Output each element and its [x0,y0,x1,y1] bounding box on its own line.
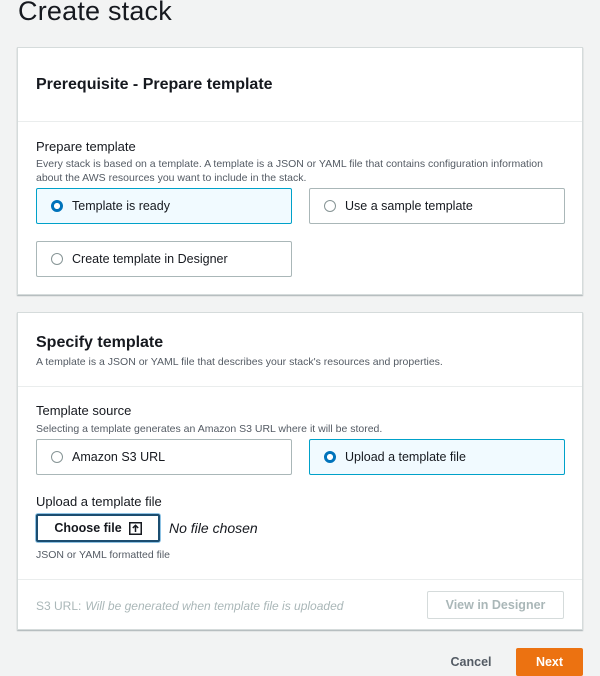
s3-url-label: S3 URL: [36,599,82,613]
s3-url-row: S3 URL: Will be generated when template f… [36,599,343,613]
specify-template-panel-header: Specify template A template is a JSON or… [18,313,582,387]
radio-selected-icon [324,451,336,463]
option-create-in-designer-label: Create template in Designer [72,252,228,266]
option-amazon-s3-url-label: Amazon S3 URL [72,450,166,464]
option-amazon-s3-url[interactable]: Amazon S3 URL [36,439,292,475]
view-in-designer-button[interactable]: View in Designer [427,591,564,619]
prepare-template-description: Every stack is based on a template. A te… [36,158,543,184]
radio-unselected-icon [324,200,336,212]
no-file-chosen-text: No file chosen [169,520,258,536]
upload-file-label: Upload a template file [36,494,162,509]
specify-template-description: A template is a JSON or YAML file that d… [36,356,443,368]
choose-file-label: Choose file [54,521,122,535]
radio-unselected-icon [51,451,63,463]
prepare-template-label: Prepare template [36,139,136,154]
divider [18,579,582,580]
template-source-description: Selecting a template generates an Amazon… [36,423,383,435]
s3-url-value: Will be generated when template file is … [85,599,344,613]
specify-template-panel: Specify template A template is a JSON or… [17,312,583,630]
radio-unselected-icon [51,253,63,265]
option-template-ready[interactable]: Template is ready [36,188,292,224]
cancel-button[interactable]: Cancel [437,648,505,676]
choose-file-button[interactable]: Choose file [36,514,160,542]
option-sample-template-label: Use a sample template [345,199,473,213]
template-source-label: Template source [36,403,132,418]
option-upload-template-file[interactable]: Upload a template file [309,439,565,475]
radio-selected-icon [51,200,63,212]
option-template-ready-label: Template is ready [72,199,170,213]
upload-icon [128,521,142,535]
option-sample-template[interactable]: Use a sample template [309,188,565,224]
page-title: Create stack [18,0,172,26]
next-button[interactable]: Next [516,648,583,676]
option-create-in-designer[interactable]: Create template in Designer [36,241,292,277]
specify-template-heading: Specify template [36,334,164,351]
file-format-hint: JSON or YAML formatted file [36,549,171,561]
option-upload-template-file-label: Upload a template file [345,450,466,464]
prerequisite-panel: Prerequisite - Prepare template Prepare … [17,47,583,295]
prerequisite-heading: Prerequisite - Prepare template [36,76,273,93]
prerequisite-panel-header: Prerequisite - Prepare template [18,48,582,122]
